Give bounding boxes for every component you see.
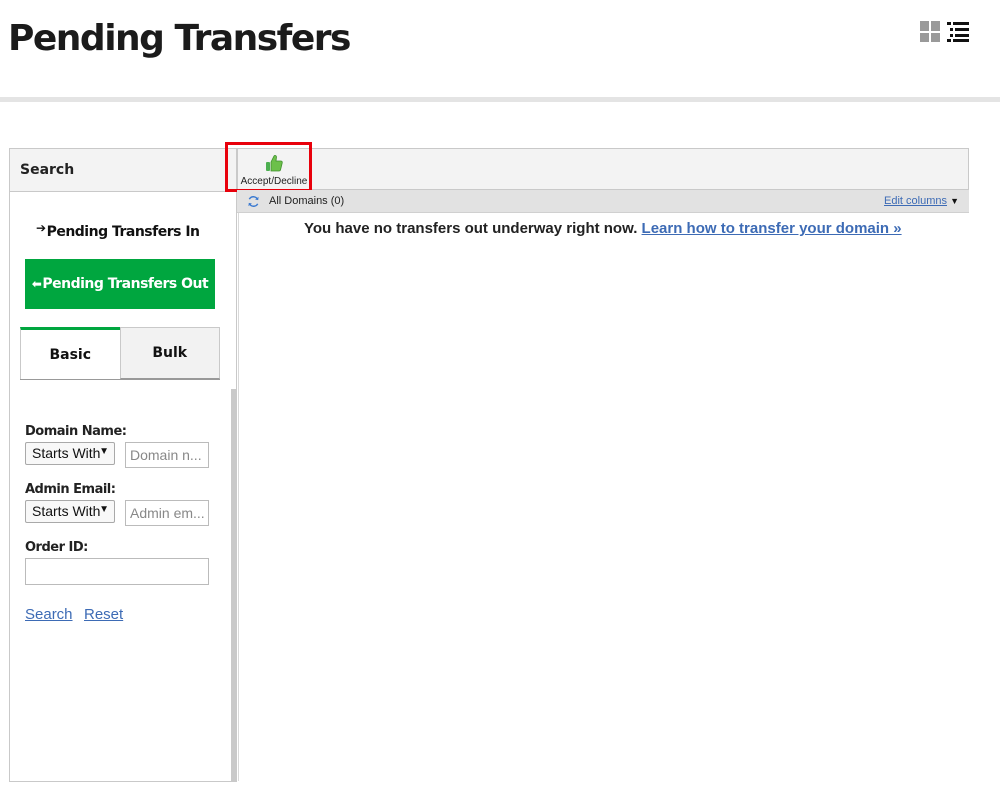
search-header: Search bbox=[10, 149, 236, 192]
pending-transfers-out-button[interactable]: ⬅ Pending Transfers Out bbox=[25, 259, 215, 309]
domain-name-input[interactable] bbox=[125, 442, 209, 468]
search-link[interactable]: Search bbox=[25, 606, 73, 623]
arrow-right-icon: ➔ bbox=[36, 221, 46, 235]
order-id-input[interactable] bbox=[25, 558, 209, 585]
admin-email-match-value: Starts With bbox=[32, 503, 101, 519]
panel-splitter[interactable] bbox=[238, 149, 239, 781]
list-view-icon[interactable] bbox=[947, 21, 969, 42]
caret-down-icon[interactable]: ▼ bbox=[950, 196, 959, 206]
admin-email-input[interactable] bbox=[125, 500, 209, 526]
select-caret-icon: ▼ bbox=[99, 446, 109, 457]
tabs-divider bbox=[20, 379, 220, 380]
domain-name-label: Domain Name: bbox=[25, 424, 127, 439]
pending-transfers-in-label: Pending Transfers In bbox=[46, 224, 200, 240]
edit-columns-link[interactable]: Edit columns bbox=[884, 195, 947, 207]
tab-basic[interactable]: Basic bbox=[20, 327, 120, 379]
admin-email-match-select[interactable]: Starts With ▼ bbox=[25, 500, 115, 523]
reset-link[interactable]: Reset bbox=[84, 606, 123, 623]
all-domains-label: All Domains (0) bbox=[269, 195, 345, 207]
pending-transfers-out-label: Pending Transfers Out bbox=[42, 276, 209, 292]
highlight-box bbox=[225, 142, 312, 192]
page-title: Pending Transfers bbox=[8, 18, 351, 59]
order-id-label: Order ID: bbox=[25, 540, 88, 555]
panel-scrollbar[interactable] bbox=[231, 389, 237, 781]
arrow-left-icon: ⬅ bbox=[31, 277, 42, 291]
domain-name-match-value: Starts With bbox=[32, 445, 101, 461]
pending-transfers-in-link[interactable]: ➔Pending Transfers In bbox=[36, 221, 200, 240]
empty-state-text: You have no transfers out underway right… bbox=[304, 220, 638, 237]
domain-name-match-select[interactable]: Starts With ▼ bbox=[25, 442, 115, 465]
refresh-icon[interactable] bbox=[247, 195, 260, 208]
grid-view-icon[interactable] bbox=[920, 21, 941, 42]
header-divider bbox=[0, 97, 1000, 102]
empty-state-message: You have no transfers out underway right… bbox=[304, 220, 902, 237]
toolbar: Accept/Decline bbox=[237, 148, 969, 190]
view-toggle bbox=[920, 21, 969, 42]
learn-transfer-link[interactable]: Learn how to transfer your domain » bbox=[642, 220, 902, 237]
search-panel: Search ➔Pending Transfers In ⬅ Pending Tr… bbox=[9, 148, 239, 782]
domains-bar: All Domains (0) Edit columns ▼ bbox=[237, 190, 969, 213]
admin-email-label: Admin Email: bbox=[25, 482, 116, 497]
select-caret-icon: ▼ bbox=[99, 504, 109, 515]
tab-bulk[interactable]: Bulk bbox=[119, 327, 220, 379]
search-tabs: Basic Bulk bbox=[20, 327, 220, 379]
